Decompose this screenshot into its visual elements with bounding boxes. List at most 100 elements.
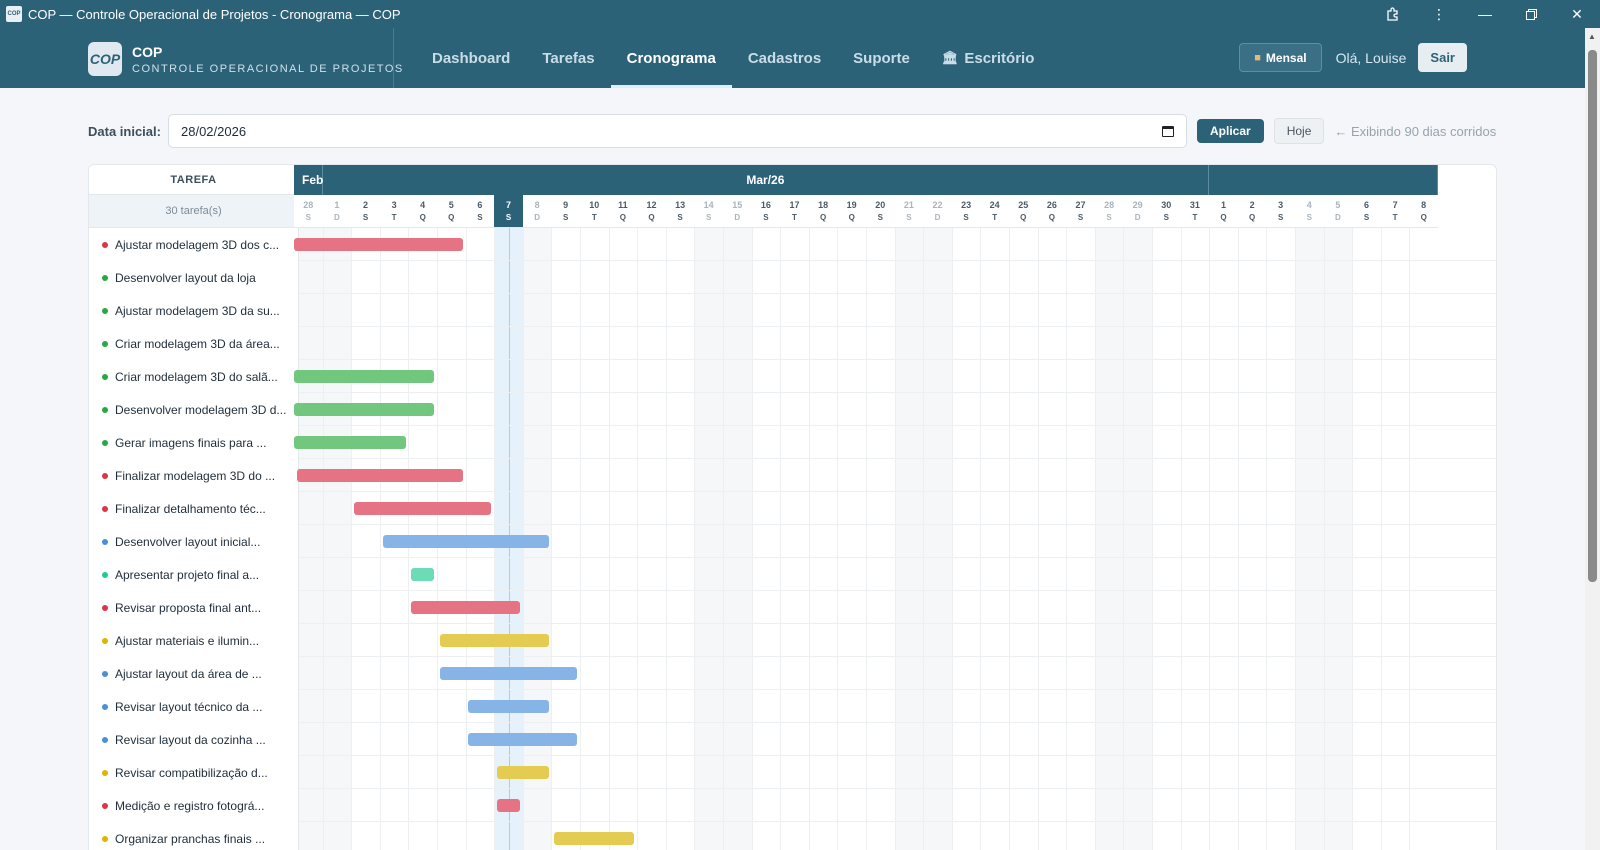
task-name[interactable]: Desenvolver layout da loja — [89, 261, 299, 294]
day-header: 15 D — [723, 195, 752, 228]
task-bar[interactable] — [439, 667, 578, 680]
table-row[interactable]: Finalizar modelagem 3D do ... — [89, 459, 1496, 492]
task-name[interactable]: Desenvolver layout inicial... — [89, 525, 299, 558]
task-name[interactable]: Ajustar layout da área de ... — [89, 657, 299, 690]
table-row[interactable]: Ajustar materiais e ilumin... — [89, 624, 1496, 657]
task-label: Ajustar modelagem 3D dos c... — [115, 237, 280, 252]
task-name[interactable]: Ajustar modelagem 3D dos c... — [89, 228, 299, 261]
task-bar[interactable] — [468, 733, 578, 746]
task-bar[interactable] — [497, 766, 549, 779]
tab-label: Cadastros — [747, 49, 822, 67]
task-bar[interactable] — [294, 436, 406, 449]
table-row[interactable]: Criar modelagem 3D do salã... — [89, 360, 1496, 393]
day-header: 8Q — [1409, 195, 1438, 228]
table-row[interactable]: Revisar layout técnico da ... — [89, 690, 1496, 723]
tab-escritorio[interactable]: 🏛 Escritório — [926, 28, 1051, 88]
weekday-letter: Q — [1248, 213, 1256, 222]
day-number: 9 — [563, 200, 569, 210]
mensal-button[interactable]: ■ Mensal — [1239, 43, 1322, 72]
header-divider — [393, 28, 394, 88]
task-bar[interactable] — [439, 634, 549, 647]
table-row[interactable]: Finalizar detalhamento téc... — [89, 492, 1496, 525]
table-row[interactable]: Apresentar projeto final a... — [89, 558, 1496, 591]
page-scrollbar[interactable]: ▲ — [1585, 28, 1600, 850]
task-name[interactable]: Apresentar projeto final a... — [89, 558, 299, 591]
main-nav: Dashboard Tarefas Cronograma Cadastros S… — [416, 28, 1050, 88]
weekday-letter: Q — [619, 213, 626, 222]
weekday-letter: S — [1363, 213, 1370, 222]
day-number: 10 — [589, 200, 600, 210]
task-name[interactable]: Finalizar modelagem 3D do ... — [89, 459, 299, 492]
task-name[interactable]: Revisar proposta final ant... — [89, 591, 299, 624]
table-row[interactable]: Desenvolver modelagem 3D d... — [89, 393, 1496, 426]
tab-dashboard[interactable]: Dashboard — [416, 28, 526, 88]
task-name[interactable]: Gerar imagens finais para ... — [89, 426, 299, 459]
table-row[interactable]: Organizar pranchas finais ... — [89, 822, 1496, 850]
task-name[interactable]: Revisar layout da cozinha ... — [89, 723, 299, 756]
task-name[interactable]: Medição e registro fotográ... — [89, 789, 299, 822]
task-name[interactable]: Ajustar modelagem 3D da su... — [89, 294, 299, 327]
task-name[interactable]: Organizar pranchas finais ... — [89, 822, 299, 850]
table-row[interactable]: Desenvolver layout inicial... — [89, 525, 1496, 558]
task-bar[interactable] — [497, 799, 520, 812]
status-dot-icon — [102, 670, 108, 677]
task-name[interactable]: Revisar layout técnico da ... — [89, 690, 299, 723]
task-name[interactable]: Finalizar detalhamento téc... — [89, 492, 299, 525]
close-icon[interactable]: ✕ — [1554, 0, 1600, 28]
table-row[interactable]: Ajustar layout da área de ... — [89, 657, 1496, 690]
task-bar[interactable] — [411, 601, 520, 614]
brand[interactable]: COP COP CONTROLE OPERACIONAL DE PROJETOS — [88, 42, 404, 76]
task-bar[interactable] — [294, 238, 463, 251]
day-header: 22 D — [923, 195, 952, 228]
more-vertical-icon[interactable]: ⋮ — [1416, 0, 1462, 28]
status-dot-icon — [102, 802, 108, 809]
day-header: 11 Q — [608, 195, 638, 228]
table-row[interactable]: Medição e registro fotográ... — [89, 789, 1496, 822]
table-row[interactable]: Revisar layout da cozinha ... — [89, 723, 1496, 756]
task-bar[interactable] — [468, 700, 549, 713]
scrollbar-thumb[interactable] — [1588, 50, 1597, 582]
day-number: 4 — [420, 200, 426, 210]
task-bar[interactable] — [382, 535, 549, 548]
day-header: 20 S — [866, 195, 895, 228]
tab-cronograma[interactable]: Cronograma — [610, 28, 733, 88]
table-row[interactable]: Desenvolver layout da loja — [89, 261, 1496, 294]
start-date-input[interactable]: 28/02/2026 — [168, 114, 1187, 148]
weekday-letter: T — [992, 213, 998, 222]
table-row[interactable]: Gerar imagens finais para ... — [89, 426, 1496, 459]
apply-button[interactable]: Aplicar — [1197, 119, 1264, 143]
task-bar[interactable] — [294, 370, 435, 383]
table-row[interactable]: Revisar compatibilização d... — [89, 756, 1496, 789]
table-row[interactable]: Revisar proposta final ant... — [89, 591, 1496, 624]
today-button[interactable]: Hoje — [1273, 118, 1325, 144]
weekday-letter: D — [534, 213, 540, 222]
task-name[interactable]: Criar modelagem 3D da área... — [89, 327, 299, 360]
task-name[interactable]: Criar modelagem 3D do salã... — [89, 360, 299, 393]
day-header: 6S — [1352, 195, 1381, 228]
restore-icon[interactable] — [1508, 0, 1554, 28]
table-row[interactable]: Ajustar modelagem 3D da su... — [89, 294, 1496, 327]
logout-button[interactable]: Sair — [1418, 43, 1467, 72]
day-number: 6 — [477, 200, 483, 210]
tab-cadastros[interactable]: Cadastros — [732, 28, 837, 88]
task-bar[interactable] — [294, 403, 435, 416]
task-name[interactable]: Ajustar materiais e ilumin... — [89, 624, 299, 657]
calendar-icon[interactable] — [1162, 125, 1174, 137]
minimize-icon[interactable]: — — [1462, 0, 1508, 28]
table-row[interactable]: Ajustar modelagem 3D dos c... — [89, 228, 1496, 261]
tab-suporte[interactable]: Suporte — [837, 28, 926, 88]
task-bar[interactable] — [411, 568, 435, 581]
task-bar[interactable] — [296, 469, 463, 482]
task-name[interactable]: Desenvolver modelagem 3D d... — [89, 393, 299, 426]
day-number: 8 — [534, 200, 540, 210]
task-bar[interactable] — [554, 832, 635, 845]
extension-icon[interactable] — [1370, 0, 1416, 28]
tab-tarefas[interactable]: Tarefas — [526, 28, 610, 88]
weekday-letter: D — [1134, 213, 1141, 222]
task-bar[interactable] — [354, 502, 492, 515]
task-name[interactable]: Revisar compatibilização d... — [89, 756, 299, 789]
task-label: Desenvolver modelagem 3D d... — [115, 402, 287, 417]
day-header: 8D — [522, 195, 552, 228]
table-row[interactable]: Criar modelagem 3D da área... — [89, 327, 1496, 360]
scroll-up-icon[interactable]: ▲ — [1588, 32, 1596, 41]
